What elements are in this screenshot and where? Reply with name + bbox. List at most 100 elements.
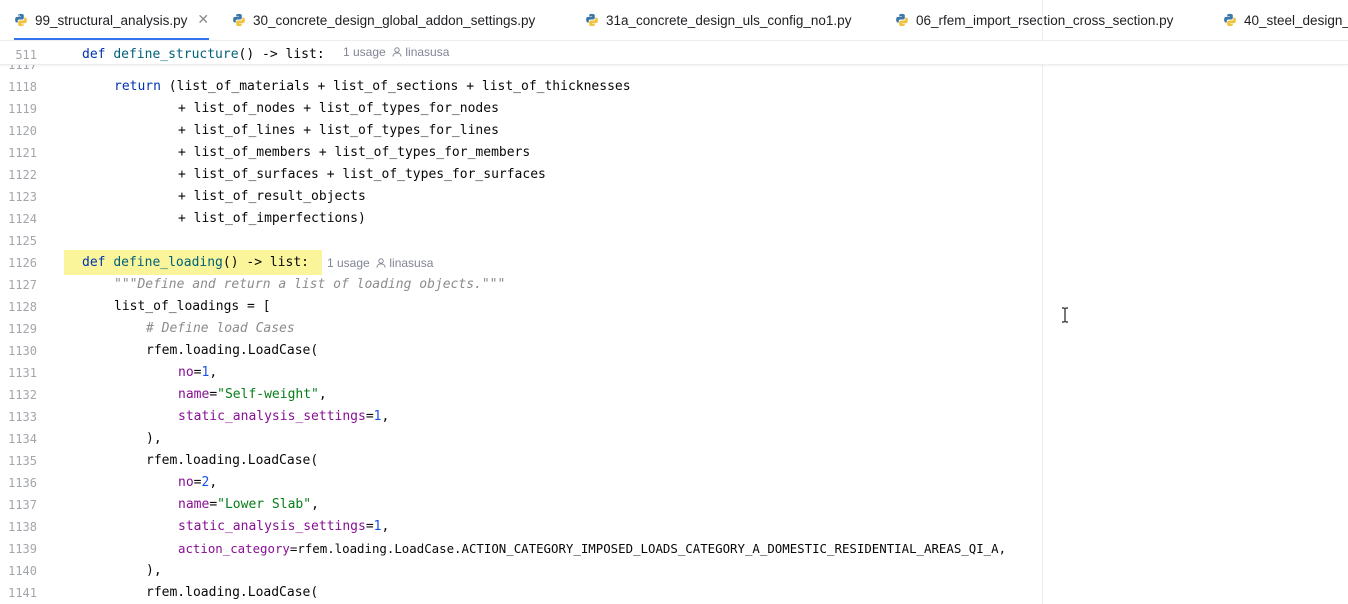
tab-label: 06_rfem_import_rsection_cross_section.py (916, 12, 1174, 28)
code-line: 1134 ), (0, 428, 1348, 450)
line-number: 1128 (8, 300, 37, 314)
code-line: 1131 no=1, (0, 362, 1348, 384)
code-text: + list_of_imperfections) (178, 211, 366, 226)
code-line: 1140 ), (0, 560, 1348, 582)
python-file-icon (233, 13, 245, 27)
line-number: 1133 (8, 410, 37, 424)
line-number: 1121 (8, 146, 37, 160)
code-line: 1136 no=2, (0, 472, 1348, 494)
python-file-icon (15, 13, 27, 27)
function-definition[interactable]: def define_loading() -> list: (82, 252, 309, 274)
code-text: static_analysis_settings=1, (178, 409, 390, 424)
code-text: return (list_of_materials + list_of_sect… (114, 79, 631, 94)
code-text: ), (146, 431, 162, 446)
code-line: 1127 """Define and return a list of load… (0, 274, 1348, 296)
tab-30-concrete-design-global-addon-settings[interactable]: 30_concrete_design_global_addon_settings… (232, 0, 535, 40)
line-number: 1140 (8, 564, 37, 578)
tab-31a-concrete-design-uls-config-no1[interactable]: 31a_concrete_design_uls_config_no1.py (585, 0, 851, 40)
code-line: 1117 (0, 65, 1348, 76)
code-text: + list_of_members + list_of_types_for_me… (178, 145, 531, 160)
code-line: 1119 + list_of_nodes + list_of_types_for… (0, 98, 1348, 120)
line-number: 1135 (8, 454, 37, 468)
usage-hint[interactable]: 1 usage linasusa (343, 41, 449, 63)
code-line: 1118 return (list_of_materials + list_of… (0, 76, 1348, 98)
line-number: 1119 (8, 102, 37, 116)
code-text: + list_of_nodes + list_of_types_for_node… (178, 101, 499, 116)
tab-label: 31a_concrete_design_uls_config_no1.py (606, 12, 852, 28)
code-text: rfem.loading.LoadCase( (146, 453, 319, 468)
code-line: 1137 name="Lower Slab", (0, 494, 1348, 516)
code-line: 1135 rfem.loading.LoadCase( (0, 450, 1348, 472)
right-margin-guide (1042, 0, 1043, 604)
line-number: 1123 (8, 190, 37, 204)
code-line-highlighted: 1126 def define_loading() -> list: 1 usa… (0, 250, 1348, 275)
line-number: 1127 (8, 278, 37, 292)
code-text: no=1, (178, 365, 218, 380)
line-number: 1137 (8, 498, 37, 512)
editor-tab-bar: 99_structural_analysis.py ✕ 30_concrete_… (0, 0, 1348, 41)
line-number: 1130 (8, 344, 37, 358)
line-number: 1118 (8, 80, 37, 94)
line-number: 1134 (8, 432, 37, 446)
sticky-scope-header[interactable]: 511 def define_structure() -> list: 1 us… (0, 41, 1348, 65)
code-text: ), (146, 563, 162, 578)
line-number: 1124 (8, 212, 37, 226)
line-number: 1138 (8, 520, 37, 534)
code-text: + list_of_lines + list_of_types_for_line… (178, 123, 499, 138)
code-text: + list_of_surfaces + list_of_types_for_s… (178, 167, 546, 182)
code-line: 1120 + list_of_lines + list_of_types_for… (0, 120, 1348, 142)
docstring: """Define and return a list of loading o… (114, 277, 506, 292)
code-editor[interactable]: 1117 1118 return (list_of_materials + li… (0, 65, 1348, 604)
code-text: list_of_loadings = [ (114, 299, 271, 314)
python-file-icon (896, 13, 908, 27)
code-line: 1121 + list_of_members + list_of_types_f… (0, 142, 1348, 164)
line-number: 1141 (8, 586, 37, 600)
line-number: 511 (15, 48, 37, 62)
line-number: 1125 (8, 234, 37, 248)
line-number: 1136 (8, 476, 37, 490)
code-text: + list_of_result_objects (178, 189, 366, 204)
text-cursor-icon (1062, 307, 1068, 323)
line-number: 1132 (8, 388, 37, 402)
python-file-icon (586, 13, 598, 27)
sticky-code: def define_structure() -> list: (82, 47, 325, 62)
code-line: 1132 name="Self-weight", (0, 384, 1348, 406)
code-line: 1122 + list_of_surfaces + list_of_types_… (0, 164, 1348, 186)
code-line: 1133 static_analysis_settings=1, (0, 406, 1348, 428)
comment: # Define load Cases (146, 321, 295, 336)
code-line: 1128 list_of_loadings = [ (0, 296, 1348, 318)
code-line: 1123 + list_of_result_objects (0, 186, 1348, 208)
line-number: 1117 (8, 65, 37, 72)
code-line: 1124 + list_of_imperfections) (0, 208, 1348, 230)
code-text: static_analysis_settings=1, (178, 519, 390, 534)
code-text: name="Self-weight", (178, 387, 327, 402)
tab-label: 99_structural_analysis.py (35, 12, 188, 28)
tab-40-steel-design[interactable]: 40_steel_design_ (1223, 0, 1348, 40)
usage-hint[interactable]: 1 usage linasusa (327, 252, 433, 274)
code-line: 1139 action_category=rfem.loading.LoadCa… (0, 538, 1348, 560)
code-line: 1125 (0, 230, 1348, 252)
code-text: rfem.loading.LoadCase( (146, 343, 319, 358)
code-line: 1138 static_analysis_settings=1, (0, 516, 1348, 538)
line-number: 1120 (8, 124, 37, 138)
line-number: 1129 (8, 322, 37, 336)
line-number: 1131 (8, 366, 37, 380)
tab-99-structural-analysis[interactable]: 99_structural_analysis.py ✕ (14, 0, 210, 40)
user-icon (392, 47, 402, 57)
user-icon (376, 258, 386, 268)
tab-06-rfem-import-rsection-cross-section[interactable]: 06_rfem_import_rsection_cross_section.py (895, 0, 1173, 40)
python-file-icon (1224, 13, 1236, 27)
line-number: 1122 (8, 168, 37, 182)
code-line: 1129 # Define load Cases (0, 318, 1348, 340)
line-number: 1139 (8, 542, 37, 556)
code-text: name="Lower Slab", (178, 497, 319, 512)
line-number: 1126 (8, 256, 37, 270)
tab-label: 30_concrete_design_global_addon_settings… (253, 12, 536, 28)
code-text: action_category=rfem.loading.LoadCase.AC… (178, 541, 1007, 556)
code-line: 1130 rfem.loading.LoadCase( (0, 340, 1348, 362)
code-text: rfem.loading.LoadCase( (146, 585, 319, 600)
close-icon[interactable]: ✕ (197, 12, 209, 28)
code-line: 1141 rfem.loading.LoadCase( (0, 582, 1348, 604)
tab-label: 40_steel_design_ (1244, 12, 1348, 28)
code-text: no=2, (178, 475, 218, 490)
